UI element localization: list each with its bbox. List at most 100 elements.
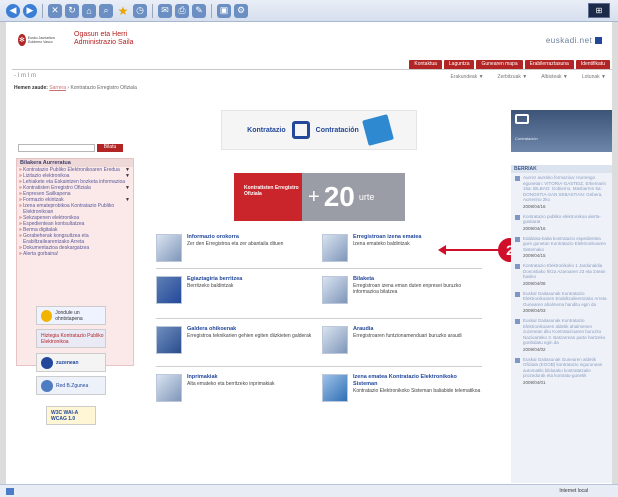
service-title[interactable]: Egiaztagiria berritzea xyxy=(187,276,242,283)
contracting-logo-icon xyxy=(291,121,310,139)
news-item[interactable]: Kontratazio publiko elektronikoa alerta-… xyxy=(511,212,612,225)
menu-item-support[interactable]: Gorabeherak kongsultzea eta Erabiltzaile… xyxy=(17,233,133,245)
breadcrumb-home-link[interactable]: Sarrera xyxy=(49,85,66,91)
search-button[interactable]: Bilatu xyxy=(97,144,123,152)
service-forms[interactable]: Inprimakiak Alta emateko eta berritzeko i… xyxy=(156,374,316,418)
service-general-info[interactable]: Informazio orokorra Zer den Erregistroa e… xyxy=(156,234,316,278)
dropdown-institutions[interactable]: Erakundeak ▼ xyxy=(451,74,484,80)
service-text: Egiaztagiria berritzea Berritzeko baldint… xyxy=(187,276,242,320)
news-item[interactable]: Euskal Gaitasunak Kontratazio Elektronik… xyxy=(511,289,612,308)
back-icon[interactable]: ◀ xyxy=(6,3,20,18)
service-text: Araudia Erregistroaren funtzionamenduari … xyxy=(353,326,462,370)
font-size-controls[interactable]: - I m I m xyxy=(14,73,36,79)
w3c-badge[interactable]: W3C WAI-A WCAG 1.0 xyxy=(46,406,96,425)
service-search[interactable]: Bilaketa Erregistroan izena eman duten en… xyxy=(322,276,482,320)
breadcrumb-label: Hemen zaude: xyxy=(14,85,48,91)
menu-item-alert[interactable]: Alerta gorbaina! xyxy=(17,251,133,257)
toolbar-divider xyxy=(152,3,153,18)
dropdown-news[interactable]: Albisteak ▼ xyxy=(541,74,568,80)
tree-emblem-icon: ✻ xyxy=(18,34,26,46)
service-title[interactable]: Inprimakiak xyxy=(187,374,275,381)
service-title[interactable]: Izena ematea Kontratazio Elektronikoko S… xyxy=(353,374,482,388)
service-title[interactable]: Galdera ohikoenak xyxy=(187,326,311,333)
history-icon[interactable]: ◷ xyxy=(133,3,147,18)
news-date: 2009/04/16 xyxy=(523,203,546,209)
dropdown-services[interactable]: Zerbitzuak ▼ xyxy=(498,74,528,80)
service-e-system[interactable]: Izena ematea Kontratazio Elektronikoko S… xyxy=(322,374,482,418)
nav-tab-sitemap[interactable]: Gunearen mapa xyxy=(476,60,523,69)
home-icon[interactable]: ⌂ xyxy=(82,3,96,18)
promo-banner-1[interactable]: Jondule un ohntxtapena xyxy=(36,306,106,325)
scales-icon xyxy=(322,326,348,354)
forward-icon[interactable]: ▶ xyxy=(23,3,37,18)
toolbar-divider xyxy=(42,3,43,18)
service-title[interactable]: Informazio orokorra xyxy=(187,234,283,241)
service-regulations[interactable]: Araudia Erregistroaren funtzionamenduari … xyxy=(322,326,482,370)
plus-sign: + xyxy=(308,185,320,208)
dropdown-links[interactable]: Lotunak ▼ xyxy=(582,74,606,80)
badge-label: W3C WAI-A WCAG 1.0 xyxy=(51,409,79,422)
news-date: 2009/04/02 xyxy=(523,346,546,352)
promo-label: Jondule un ohntxtapena xyxy=(55,309,83,322)
grid-divider xyxy=(156,268,482,269)
mail-icon[interactable]: ✉ xyxy=(158,3,172,18)
nav-tab-accessibility[interactable]: Erabilerraztasuna xyxy=(524,60,574,69)
service-title[interactable]: Araudia xyxy=(353,326,462,333)
refresh-icon[interactable]: ↻ xyxy=(65,3,79,18)
news-item[interactable]: Edalatsa-baita kontratazio espedientea g… xyxy=(511,234,612,253)
promo-banner-3[interactable]: zuzenean xyxy=(36,353,106,372)
news-item[interactable]: Euskal Gaitasunak Gunearen aldetik Ofizi… xyxy=(511,355,612,379)
web-page: ✻ Eusko Jaurlaritza Gobierno Vasco Ogasu… xyxy=(0,22,618,484)
service-faq[interactable]: Galdera ohikoenak Erregistroa teknikarien… xyxy=(156,326,316,370)
pen-icon xyxy=(322,234,348,262)
menu-item-enrollment[interactable]: Izena emateprobikoa Kontratazio Publiko … xyxy=(17,203,133,215)
logo-words: Eusko Jaurlaritza Gobierno Vasco xyxy=(27,36,55,44)
toolbar-divider xyxy=(211,3,212,18)
search-input[interactable] xyxy=(18,144,95,152)
news-date: 2009/04/03 xyxy=(523,308,546,313)
service-title[interactable]: Erregistroan izena ematea xyxy=(353,234,421,241)
anniversary-banner[interactable]: Kontratisten Erregistro Ofiziala + 20 ur… xyxy=(234,173,405,221)
nav-tab-contact[interactable]: Kontaktua xyxy=(409,60,442,69)
service-desc: Zer den Erregistroa eta zer abantaila di… xyxy=(187,241,284,247)
favorites-icon[interactable]: ★ xyxy=(116,4,130,18)
service-desc: Erregistroa teknikarien gehien egiten di… xyxy=(187,333,312,339)
nav-tab-login[interactable]: Identifikatu xyxy=(575,60,610,69)
government-logo[interactable]: ✻ Eusko Jaurlaritza Gobierno Vasco xyxy=(18,32,62,48)
news-item[interactable]: Euskal Gaitasunak Kontratazio Elektronik… xyxy=(511,316,612,346)
news-item[interactable]: Aurrez aurreko formazioa: Hurrengo egune… xyxy=(511,173,612,203)
stop-icon[interactable]: ✕ xyxy=(48,3,62,18)
folder-icon[interactable]: ▣ xyxy=(217,3,231,18)
faq-icon xyxy=(156,326,182,354)
promo-banner-2[interactable]: Hiztegia Kontratazio Publiko Elektroniko… xyxy=(36,329,106,348)
anniversary-label: Kontratisten Erregistro Ofiziala xyxy=(234,173,302,221)
service-registration[interactable]: Erregistroan izena ematea Izena emateko b… xyxy=(322,234,482,278)
euskadi-portal-logo[interactable]: euskadi.net xyxy=(546,36,602,45)
nav-tab-help[interactable]: Laguntza xyxy=(443,60,475,69)
breadcrumb-separator: › xyxy=(67,85,70,91)
anniversary-number: + 20 urte xyxy=(302,173,405,221)
magnifier-icon xyxy=(322,276,348,304)
service-text: Erregistroan izena ematea Izena emateko b… xyxy=(353,234,421,278)
e-badge-icon xyxy=(361,114,394,146)
callout-line xyxy=(444,249,500,251)
promo-label: Red B.Zgunea xyxy=(56,382,89,389)
search-row: Bilatu xyxy=(18,144,123,152)
windows-logo-icon: ⊞ xyxy=(588,3,610,18)
contracting-banner[interactable]: Kontratazio Contratación xyxy=(221,110,417,150)
news-date: 2009/04/16 xyxy=(523,225,546,231)
edit-icon[interactable]: ✎ xyxy=(192,3,206,18)
department-name: Ogasun eta Herri Administrazio Saila xyxy=(74,31,134,47)
service-text: Inprimakiak Alta emateko eta berritzeko i… xyxy=(187,374,275,418)
service-renewal[interactable]: Egiaztagiria berritzea Berritzeko baldint… xyxy=(156,276,316,320)
search-icon[interactable]: ⌕ xyxy=(99,3,113,18)
print-icon[interactable]: ⎙ xyxy=(175,3,189,18)
promo-banner-4[interactable]: Red B.Zgunea xyxy=(36,376,106,395)
service-desc: Kontratazio Elektronikoko Sisteman balia… xyxy=(353,388,481,394)
tools-icon[interactable]: ⚙ xyxy=(234,3,248,18)
right-banner[interactable]: Contratación xyxy=(511,110,612,152)
service-desc: Erregistroan izena eman duten enpresei b… xyxy=(353,283,462,295)
menu-title[interactable]: Bilakera Aurreratua xyxy=(17,159,133,167)
news-item[interactable]: Kontratazio Elektronikoko 1 Jardunaldia … xyxy=(511,261,612,280)
service-title[interactable]: Bilaketa xyxy=(353,276,482,283)
